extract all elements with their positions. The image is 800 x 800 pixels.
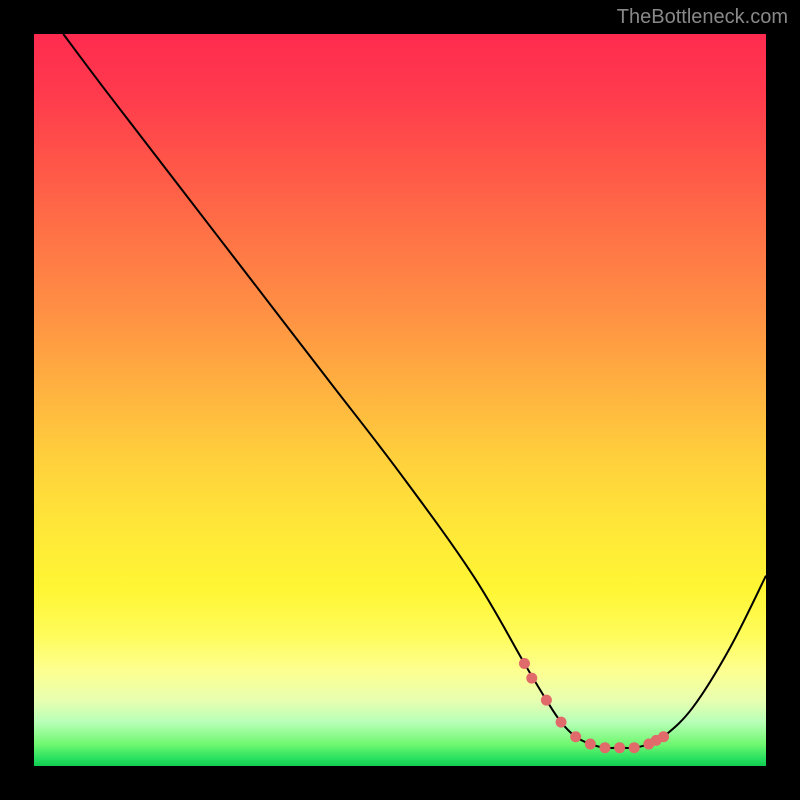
highlight-marker <box>629 742 640 753</box>
highlight-marker <box>570 731 581 742</box>
watermark-text: TheBottleneck.com <box>617 6 788 29</box>
chart-plot-area <box>34 34 766 766</box>
highlight-marker <box>614 742 625 753</box>
highlight-marker <box>658 731 669 742</box>
highlight-marker <box>541 695 552 706</box>
highlight-markers <box>519 658 669 753</box>
chart-svg <box>34 34 766 766</box>
highlight-marker <box>556 717 567 728</box>
bottleneck-curve <box>63 34 766 748</box>
highlight-marker <box>519 658 530 669</box>
highlight-marker <box>585 739 596 750</box>
highlight-marker <box>599 742 610 753</box>
highlight-marker <box>526 673 537 684</box>
